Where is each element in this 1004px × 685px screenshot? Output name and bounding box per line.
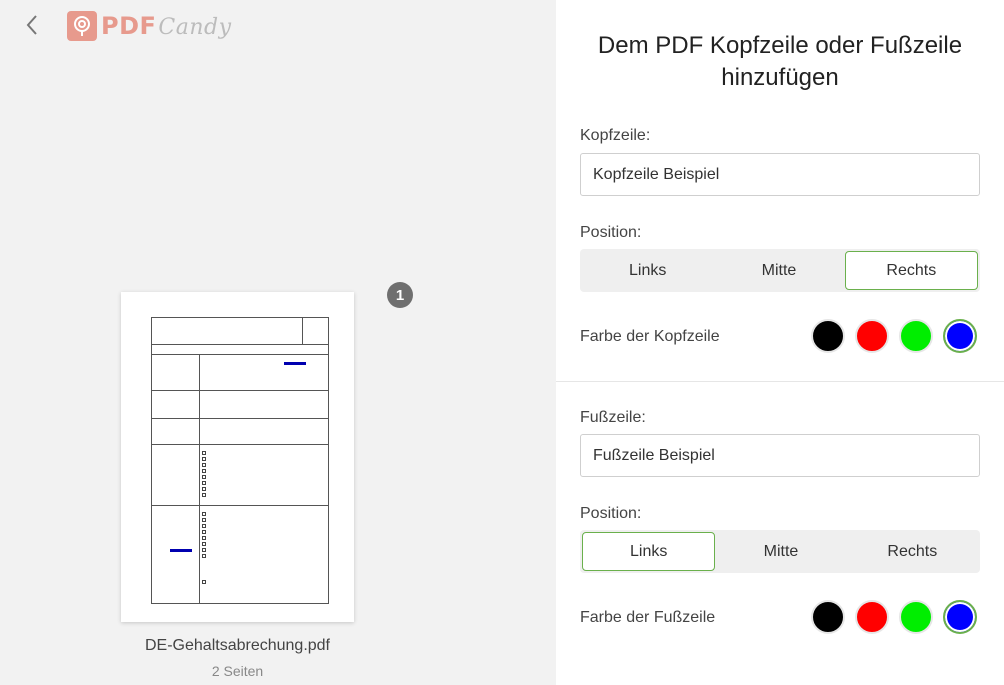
doc-checkbox <box>202 554 206 558</box>
pdf-thumbnail[interactable] <box>121 292 354 622</box>
doc-header-block <box>152 318 328 345</box>
page-count-text: 2 Seiten <box>211 663 264 679</box>
header-position-label: Position: <box>580 224 642 241</box>
doc-row <box>152 444 328 445</box>
footer-color-black[interactable] <box>811 600 845 634</box>
doc-checkbox <box>202 451 206 455</box>
doc-column-separator <box>199 354 200 604</box>
footer-text-input[interactable] <box>580 434 980 477</box>
back-button[interactable] <box>20 10 44 40</box>
doc-row <box>152 418 328 419</box>
header-position-selector: Links Mitte Rechts <box>580 249 980 292</box>
logo-candy: Candy <box>158 14 232 40</box>
doc-checkbox <box>202 487 206 491</box>
doc-checkbox <box>202 493 206 497</box>
footer-color-red[interactable] <box>855 600 889 634</box>
doc-checkbox <box>202 548 206 552</box>
redaction-bar <box>170 549 192 552</box>
footer-position-center[interactable]: Mitte <box>715 532 846 571</box>
header-position-left[interactable]: Links <box>582 251 713 290</box>
header-label: Kopfzeile: <box>580 127 651 144</box>
header-color-blue[interactable] <box>943 319 977 353</box>
file-name: DE-Gehaltsabrechung.pdf <box>145 637 330 654</box>
doc-checkbox <box>202 457 206 461</box>
doc-row <box>152 354 328 355</box>
doc-checkbox <box>202 542 206 546</box>
candy-icon <box>67 10 97 41</box>
doc-checkbox <box>202 481 206 485</box>
logo-text: PDF Candy <box>101 12 232 40</box>
footer-position-right[interactable]: Rechts <box>847 532 978 571</box>
pdfcandy-logo[interactable]: PDF Candy <box>67 10 232 41</box>
doc-checkbox <box>202 536 206 540</box>
footer-color-blue[interactable] <box>943 600 977 634</box>
doc-checkbox <box>202 463 206 467</box>
doc-row <box>152 390 328 391</box>
footer-color-green[interactable] <box>899 600 933 634</box>
header-color-green[interactable] <box>899 319 933 353</box>
header-text-input[interactable] <box>580 153 980 196</box>
header-color-picker <box>811 319 977 353</box>
panel-title: Dem PDF Kopfzeile oder Fußzeile hinzufüg… <box>597 32 963 91</box>
doc-checkbox <box>202 512 206 516</box>
header-color-black[interactable] <box>811 319 845 353</box>
doc-checkbox <box>202 518 206 522</box>
doc-checkbox <box>202 524 206 528</box>
header-color-label: Farbe der Kopfzeile <box>580 328 720 345</box>
logo-pdf: PDF <box>101 11 157 40</box>
chevron-left-icon <box>26 15 37 35</box>
footer-color-label: Farbe der Fußzeile <box>580 609 716 626</box>
doc-row <box>152 505 328 506</box>
doc-checkbox <box>202 475 206 479</box>
header-color-red[interactable] <box>855 319 889 353</box>
doc-checkbox <box>202 530 206 534</box>
doc-checkbox <box>202 469 206 473</box>
doc-checkbox <box>202 580 206 584</box>
doc-number-cell <box>302 318 328 345</box>
footer-position-selector: Links Mitte Rechts <box>580 530 980 573</box>
redaction-bar <box>284 362 306 365</box>
footer-position-label: Position: <box>580 505 642 522</box>
document-preview <box>151 317 329 604</box>
settings-panel: Dem PDF Kopfzeile oder Fußzeile hinzufüg… <box>556 0 1004 685</box>
preview-area: PDF Candy 1 DE-Gehaltsabrechung.pdf 2 Se… <box>0 0 556 685</box>
footer-position-left[interactable]: Links <box>582 532 716 571</box>
header-position-right[interactable]: Rechts <box>844 251 978 290</box>
page-count-badge: 1 <box>387 282 413 308</box>
footer-color-picker <box>811 600 977 634</box>
footer-label: Fußzeile: <box>580 409 646 426</box>
section-divider <box>556 381 1004 382</box>
header-position-center[interactable]: Mitte <box>713 251 844 290</box>
